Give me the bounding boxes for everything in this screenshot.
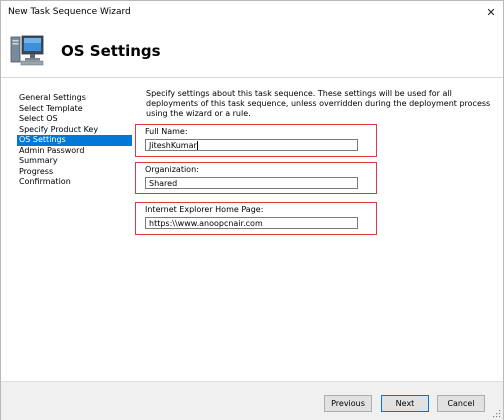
step-select-template: Select Template: [19, 103, 83, 113]
step-specify-product-key: Specify Product Key: [19, 124, 99, 134]
wizard-window: New Task Sequence Wizard ✕ OS Settings G…: [0, 0, 504, 420]
ie-home-page-field[interactable]: https:\\www.anoopcnair.com: [145, 217, 358, 229]
title-bar: New Task Sequence Wizard ✕: [1, 1, 503, 23]
next-button[interactable]: Next: [381, 395, 429, 412]
page-title: OS Settings: [61, 42, 161, 60]
full-name-label: Full Name:: [145, 127, 188, 136]
cancel-button[interactable]: Cancel: [437, 395, 485, 412]
full-name-value: JiteshKumar: [149, 141, 197, 150]
wizard-content: General Settings Select Template Select …: [1, 78, 503, 381]
wizard-header: OS Settings: [1, 23, 503, 78]
organization-value: Shared: [149, 179, 178, 188]
step-confirmation: Confirmation: [19, 177, 71, 186]
steps-nav: General Settings Select Template Select …: [17, 93, 132, 188]
step-os-settings: OS Settings: [17, 135, 132, 146]
window-title: New Task Sequence Wizard: [8, 7, 131, 17]
step-summary: Summary: [19, 156, 58, 165]
step-general-settings: General Settings: [19, 93, 86, 102]
close-icon[interactable]: ✕: [484, 5, 498, 19]
organization-group: Organization: Shared: [135, 162, 377, 194]
previous-button[interactable]: Previous: [324, 395, 372, 412]
ie-home-page-group: Internet Explorer Home Page: https:\\www…: [135, 202, 377, 235]
step-admin-password: Admin Password: [19, 145, 85, 155]
full-name-group: Full Name: JiteshKumar: [135, 124, 377, 157]
full-name-field[interactable]: JiteshKumar: [145, 139, 358, 151]
text-caret: [196, 141, 198, 150]
organization-label: Organization:: [145, 165, 199, 174]
ie-home-page-value: https:\\www.anoopcnair.com: [149, 219, 263, 228]
page-description: Specify settings about this task sequenc…: [146, 89, 491, 118]
resize-grip-icon[interactable]: [493, 410, 501, 418]
organization-field[interactable]: Shared: [145, 177, 358, 189]
wizard-footer: Previous Next Cancel: [1, 381, 503, 420]
step-select-os: Select OS: [19, 114, 58, 123]
computer-icon: [10, 35, 44, 66]
ie-home-page-label: Internet Explorer Home Page:: [145, 205, 264, 214]
step-progress: Progress: [19, 166, 54, 176]
